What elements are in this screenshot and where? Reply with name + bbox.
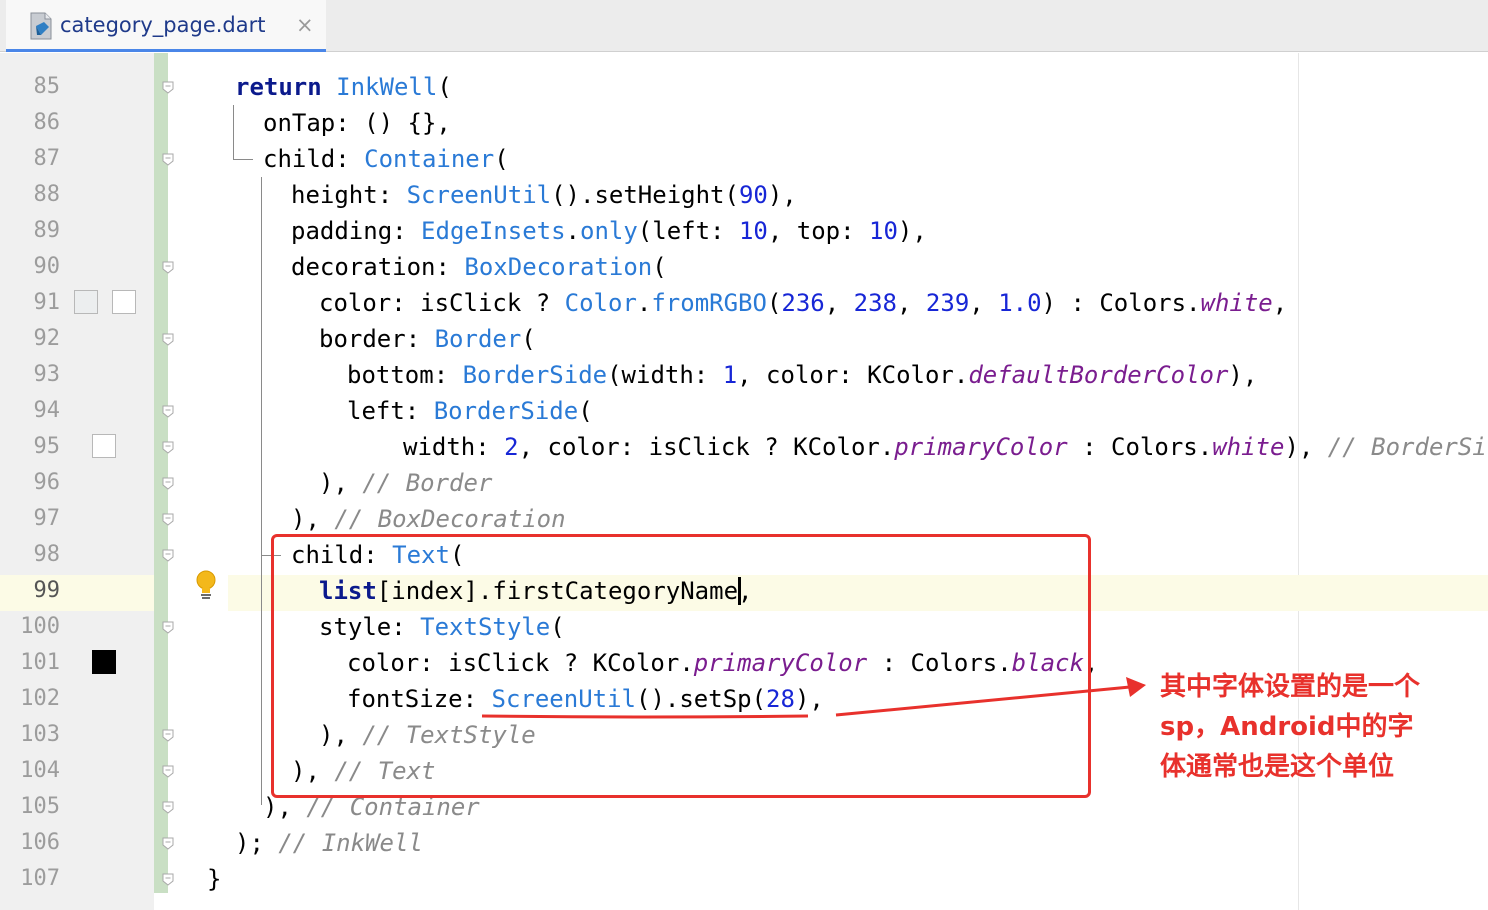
annotation-arrow xyxy=(835,677,1146,717)
code-line-91: color: isClick ? Color.fromRGBO(236, 238… xyxy=(319,289,1288,317)
line-number: 97 xyxy=(33,506,61,531)
fold-marker-icon[interactable] xyxy=(161,548,175,562)
line-number: 85 xyxy=(33,74,61,99)
line-number: 94 xyxy=(33,398,61,423)
line-number: 95 xyxy=(33,434,61,459)
color-swatch-icon[interactable] xyxy=(74,290,98,314)
code-editor[interactable]: 85 86 87 88 89 90 91 92 93 94 95 96 97 98 99 100 101 102 1… xyxy=(0,53,1488,910)
line-number: 101 xyxy=(20,650,60,675)
fold-marker-icon[interactable] xyxy=(161,800,175,814)
fold-marker-icon[interactable] xyxy=(161,620,175,634)
code-line-86: onTap: () {}, xyxy=(263,109,451,137)
line-number: 98 xyxy=(33,542,61,567)
fold-marker-icon[interactable] xyxy=(161,404,175,418)
line-number: 91 xyxy=(33,290,61,315)
fold-marker-icon[interactable] xyxy=(161,728,175,742)
code-line-88: height: ScreenUtil().setHeight(90), xyxy=(291,181,797,209)
line-number: 93 xyxy=(33,362,61,387)
indent-guide xyxy=(261,177,262,555)
code-line-95: width: 2, color: isClick ? KColor.primar… xyxy=(403,433,1488,461)
indent-guide xyxy=(233,105,234,159)
annotation-line: sp，Android中的字 xyxy=(1160,712,1414,742)
line-number: 89 xyxy=(33,218,61,243)
line-number: 87 xyxy=(33,146,61,171)
annotation-line: 体通常也是这个单位 xyxy=(1160,752,1395,782)
code-line-87: child: Container( xyxy=(263,145,509,173)
line-number: 105 xyxy=(20,794,60,819)
color-swatch-icon[interactable] xyxy=(112,290,136,314)
line-number: 86 xyxy=(33,110,61,135)
code-line-92: border: Border( xyxy=(319,325,536,353)
fold-marker-icon[interactable] xyxy=(161,764,175,778)
fold-marker-icon[interactable] xyxy=(161,260,175,274)
code-line-107: } xyxy=(207,865,222,893)
code-line-106: ); // InkWell xyxy=(235,829,423,857)
code-line-93: bottom: BorderSide(width: 1, color: KCol… xyxy=(347,361,1258,389)
line-number: 107 xyxy=(20,866,60,891)
fold-marker-icon[interactable] xyxy=(161,440,175,454)
tab-filename: category_page.dart xyxy=(60,13,266,37)
line-number: 99 xyxy=(33,578,61,603)
code-line-97: ), // BoxDecoration xyxy=(291,505,566,533)
code-line-89: padding: EdgeInsets.only(left: 10, top: … xyxy=(291,217,927,245)
line-number: 103 xyxy=(20,722,60,747)
fold-marker-icon[interactable] xyxy=(161,80,175,94)
intention-bulb-icon[interactable] xyxy=(194,570,218,600)
indent-guide xyxy=(233,159,253,160)
editor-tab-bar: category_page.dart × xyxy=(0,0,1488,52)
close-icon[interactable]: × xyxy=(296,10,314,40)
line-number: 88 xyxy=(33,182,61,207)
fold-marker-icon[interactable] xyxy=(161,872,175,886)
tab-category-page[interactable]: category_page.dart × xyxy=(6,0,326,52)
fold-marker-icon[interactable] xyxy=(161,332,175,346)
line-number: 102 xyxy=(20,686,60,711)
fold-marker-icon[interactable] xyxy=(161,512,175,526)
annotation-text: 其中字体设置的是一个 sp，Android中的字 体通常也是这个单位 xyxy=(1160,667,1460,787)
line-number: 100 xyxy=(20,614,60,639)
fold-column xyxy=(168,53,228,910)
code-line-90: decoration: BoxDecoration( xyxy=(291,253,667,281)
fold-marker-icon[interactable] xyxy=(161,152,175,166)
line-number: 104 xyxy=(20,758,60,783)
color-swatch-icon[interactable] xyxy=(92,434,116,458)
line-number: 106 xyxy=(20,830,60,855)
annotation-underline xyxy=(481,714,809,719)
code-line-96: ), // Border xyxy=(319,469,493,497)
color-swatch-icon[interactable] xyxy=(92,650,116,674)
code-line-94: left: BorderSide( xyxy=(347,397,593,425)
fold-marker-icon[interactable] xyxy=(161,476,175,490)
fold-marker-icon[interactable] xyxy=(161,836,175,850)
code-line-85: return InkWell( xyxy=(235,73,452,101)
line-number: 92 xyxy=(33,326,61,351)
indent-guide xyxy=(261,555,262,805)
annotation-line: 其中字体设置的是一个 xyxy=(1160,672,1421,702)
line-number: 90 xyxy=(33,254,61,279)
dart-file-icon xyxy=(30,12,52,40)
line-number: 96 xyxy=(33,470,61,495)
